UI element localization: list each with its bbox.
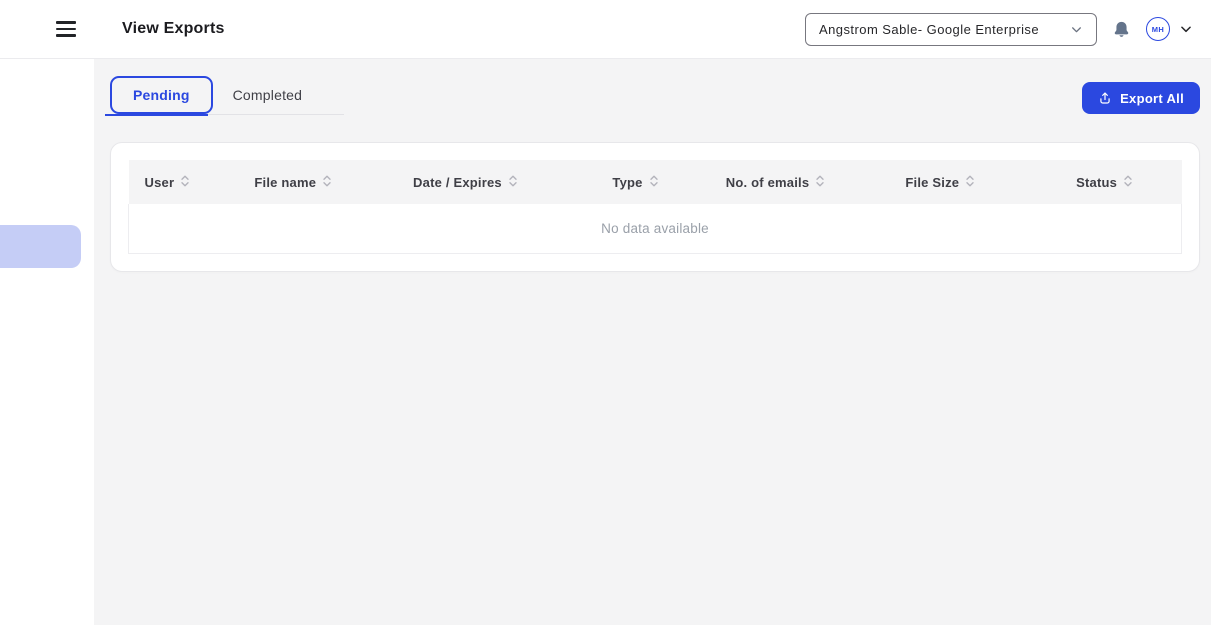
column-label: File Size [905,174,960,190]
page-title: View Exports [122,20,225,37]
bell-icon [1112,19,1131,40]
topbar-actions: Angstrom Sable- Google Enterprise MH [805,12,1193,46]
column-header-type[interactable]: Type [573,160,698,204]
tabs: Pending Completed [105,75,345,116]
upload-icon [1098,91,1112,105]
column-label: User [144,174,175,190]
sort-icon [180,174,190,191]
export-all-button[interactable]: Export All [1082,82,1200,114]
column-label: Type [612,174,643,190]
export-all-label: Export All [1120,90,1184,106]
tab-completed[interactable]: Completed [213,76,323,114]
sort-icon [965,174,975,191]
top-bar: View Exports Angstrom Sable- Google Ente… [0,0,1211,59]
sort-icon [649,174,659,191]
column-header-status[interactable]: Status [1028,160,1182,204]
menu-icon [56,27,76,31]
user-menu-chevron-icon [1179,22,1193,36]
column-label: Status [1076,174,1118,190]
sort-icon [322,174,332,191]
exports-card: User File name Date / Expires Type No. o… [110,142,1200,272]
tab-completed-label: Completed [232,86,303,103]
org-selector-dropdown[interactable]: Angstrom Sable- Google Enterprise [805,12,1097,46]
menu-icon [56,21,76,24]
column-label: File name [254,174,317,190]
sidebar [0,59,94,625]
avatar[interactable]: MH [1146,17,1170,41]
empty-state-row: No data available [128,204,1182,254]
user-menu[interactable]: MH [1146,17,1193,41]
column-header-no-of-emails[interactable]: No. of emails [698,160,853,204]
sort-icon [1123,174,1133,191]
chevron-down-icon [1070,23,1083,36]
avatar-initials: MH [1151,24,1165,34]
exports-table: User File name Date / Expires Type No. o… [128,160,1182,254]
table-header-row: User File name Date / Expires Type No. o… [128,160,1182,204]
org-selector-value: Angstrom Sable- Google Enterprise [819,21,1040,37]
column-header-user[interactable]: User [129,160,229,204]
hamburger-menu-button[interactable] [56,17,80,41]
tab-pending-label: Pending [133,86,190,103]
menu-icon [56,34,76,37]
tab-pending[interactable]: Pending [110,75,213,114]
column-header-file-size[interactable]: File Size [853,160,1028,204]
column-label: No. of emails [725,174,810,190]
toolbar-row: Pending Completed Export All [105,75,1200,116]
active-tab-underline [105,113,208,116]
main-content: Pending Completed Export All User File n… [94,59,1211,625]
notifications-button[interactable] [1112,19,1131,40]
empty-state-message: No data available [128,204,1182,254]
sidebar-active-item[interactable] [0,225,81,268]
column-header-date-expires[interactable]: Date / Expires [358,160,573,204]
column-header-file-name[interactable]: File name [229,160,359,204]
sort-icon [508,174,518,191]
sort-icon [815,174,825,191]
column-label: Date / Expires [413,174,502,190]
